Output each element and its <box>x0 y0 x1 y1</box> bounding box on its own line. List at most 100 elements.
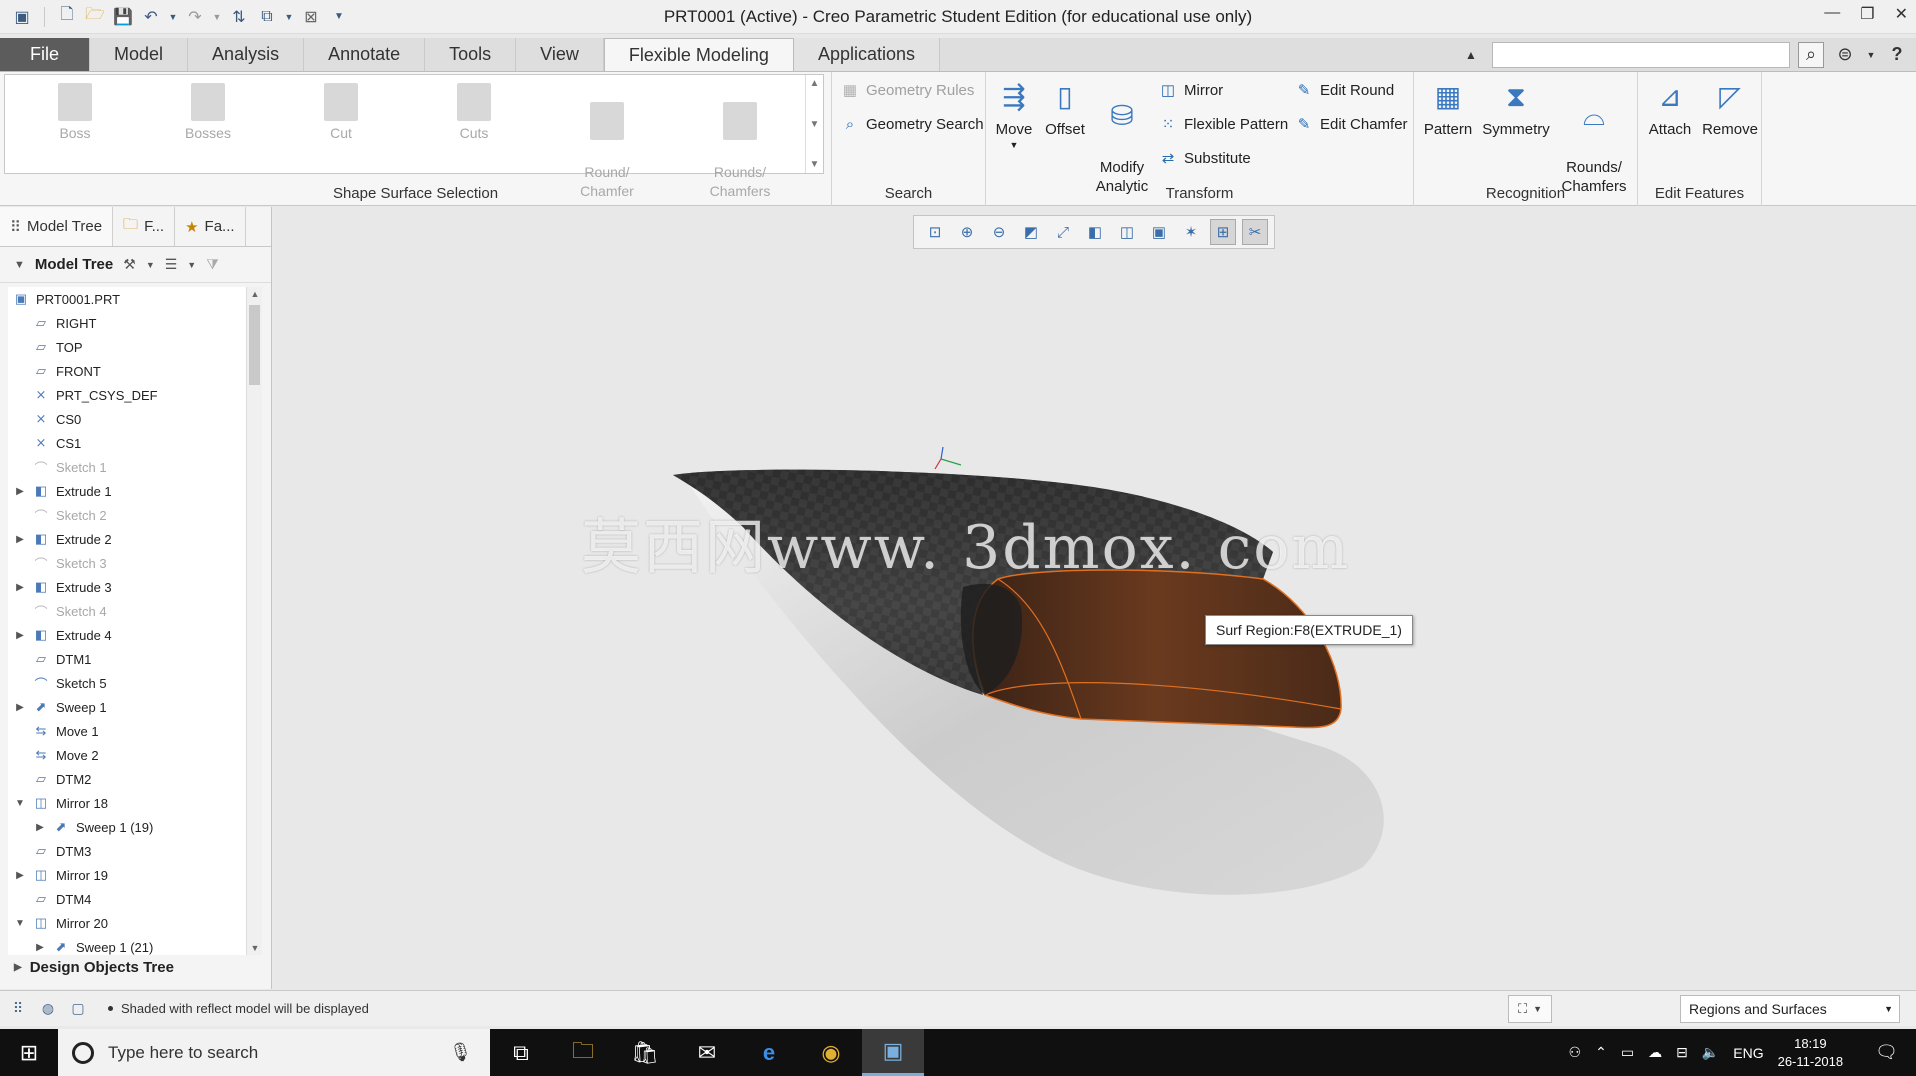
tab-applications[interactable]: Applications <box>793 38 941 71</box>
tree-item[interactable]: ▱ TOP <box>8 335 246 359</box>
microphone-icon[interactable]: 🎙 <box>449 1042 472 1063</box>
tree-item[interactable]: ⇆ Move 2 <box>8 743 246 767</box>
tree-item[interactable]: ▶ ◧ Extrude 4 <box>8 623 246 647</box>
geometry-search-button[interactable]: ⌕ Geometry Search <box>840 114 984 134</box>
fullscreen-icon[interactable]: ▢ <box>66 997 90 1021</box>
cut-button[interactable]: Cut <box>281 83 401 141</box>
scroll-up-icon[interactable]: ▲ <box>810 78 820 89</box>
customize-dropdown-icon[interactable]: ▼ <box>327 6 351 28</box>
app-menu-icon[interactable]: ▣ <box>10 6 34 28</box>
tree-settings-dropdown-icon[interactable]: ▼ <box>146 260 155 270</box>
display-style-icon[interactable]: ◫ <box>1114 219 1140 245</box>
tree-item[interactable]: ▣ PRT0001.PRT <box>8 287 246 311</box>
expand-icon[interactable]: ▶ <box>34 942 46 953</box>
tree-item[interactable]: ▱ DTM2 <box>8 767 246 791</box>
collapse-icon[interactable]: ▼ <box>14 798 26 809</box>
datum-display-icon[interactable]: ✶ <box>1178 219 1204 245</box>
start-button[interactable]: ⊞ <box>0 1029 58 1076</box>
edge-icon[interactable]: e <box>738 1029 800 1076</box>
tree-item[interactable]: ▱ FRONT <box>8 359 246 383</box>
tree-item[interactable]: ⌒ Sketch 2 <box>8 503 246 527</box>
mail-icon[interactable]: ✉ <box>676 1029 738 1076</box>
new-icon[interactable]: 🗋 <box>55 6 79 28</box>
repaint-icon[interactable]: ◩ <box>1018 219 1044 245</box>
people-icon[interactable]: ⚇ <box>1569 1044 1582 1061</box>
refit-icon[interactable]: ⊡ <box>922 219 948 245</box>
scroll-down-icon[interactable]: ▼ <box>247 943 263 953</box>
move-button[interactable]: ⇶ Move ▼ <box>992 76 1036 151</box>
expand-icon[interactable]: ▶ <box>14 962 22 973</box>
tab-annotate[interactable]: Annotate <box>304 38 426 71</box>
expand-icon[interactable]: ▶ <box>34 822 46 833</box>
taskbar-search[interactable]: Type here to search 🎙 <box>58 1029 490 1076</box>
tree-item[interactable]: ▼ ◫ Mirror 20 <box>8 911 246 935</box>
tree-item[interactable]: ▶ ◧ Extrude 2 <box>8 527 246 551</box>
tab-file[interactable]: File <box>0 38 91 71</box>
tab-folder-browser[interactable]: 🗀 F... <box>113 207 176 246</box>
remove-button[interactable]: ◸ Remove <box>1700 76 1760 139</box>
selection-mode-button[interactable]: ⛶ ▼ <box>1508 995 1552 1023</box>
expand-icon[interactable]: ▶ <box>14 582 26 593</box>
zoom-out-icon[interactable]: ⊖ <box>986 219 1012 245</box>
search-icon[interactable]: ⌕ <box>1798 41 1824 68</box>
show-dropdown-icon[interactable]: ▼ <box>187 260 196 270</box>
expand-icon[interactable]: ▶ <box>14 486 26 497</box>
windows-dropdown-icon[interactable]: ▼ <box>283 6 295 28</box>
tree-item[interactable]: ▼ ◫ Mirror 18 <box>8 791 246 815</box>
tree-item[interactable]: ▶ ⬈ Sweep 1 (21) <box>8 935 246 955</box>
graphics-window[interactable]: 莫西网www. 3dmox. com ⊡ ⊕ ⊖ ◩ ⤢ ◧ ◫ ▣ ✶ ⊞ ✂… <box>273 207 1916 989</box>
expand-icon[interactable]: ▶ <box>14 630 26 641</box>
gallery-scrollbar[interactable]: ▲ ▼ ▼ <box>805 75 823 173</box>
edit-chamfer-button[interactable]: ✎ Edit Chamfer <box>1294 114 1408 134</box>
spin-center-icon[interactable]: ⊞ <box>1210 219 1236 245</box>
volume-icon[interactable]: 🔈 <box>1702 1044 1719 1061</box>
scroll-thumb[interactable] <box>249 305 260 385</box>
collapse-ribbon-icon[interactable]: ▲ <box>1458 42 1484 68</box>
tab-tools[interactable]: Tools <box>425 38 517 71</box>
selection-filter-dropdown[interactable]: Regions and Surfaces ▼ <box>1680 995 1900 1023</box>
undo-dropdown-icon[interactable]: ▼ <box>167 6 179 28</box>
tree-item[interactable]: ▶ ◧ Extrude 1 <box>8 479 246 503</box>
annotation-display-icon[interactable]: ✂ <box>1242 219 1268 245</box>
close-button[interactable]: ✕ <box>1895 4 1908 24</box>
file-explorer-icon[interactable]: 🗀 <box>552 1029 614 1076</box>
open-icon[interactable]: 🗁 <box>83 6 107 28</box>
filter-icon[interactable]: ⧩ <box>206 256 219 273</box>
onedrive-icon[interactable]: ☁ <box>1648 1044 1662 1061</box>
bosses-button[interactable]: Bosses <box>148 83 268 141</box>
tree-item[interactable]: ⨯ CS0 <box>8 407 246 431</box>
model-tree-scrollbar[interactable]: ▲ ▼ <box>246 287 262 955</box>
3d-model-view[interactable] <box>273 207 1916 989</box>
minimize-button[interactable]: — <box>1824 4 1840 24</box>
command-search-input[interactable] <box>1492 41 1790 68</box>
collapse-icon[interactable]: ▼ <box>14 259 25 271</box>
zoom-in-icon[interactable]: ⊕ <box>954 219 980 245</box>
offset-button[interactable]: ▯ Offset <box>1040 76 1090 139</box>
tree-item[interactable]: ▱ DTM4 <box>8 887 246 911</box>
scroll-up-icon[interactable]: ▲ <box>247 289 263 299</box>
tab-view[interactable]: View <box>516 38 604 71</box>
undo-icon[interactable]: ↶ <box>139 6 163 28</box>
substitute-button[interactable]: ⇄ Substitute <box>1158 148 1251 168</box>
task-view-icon[interactable]: ⧉ <box>490 1029 552 1076</box>
restore-button[interactable]: ❐ <box>1860 4 1874 24</box>
gallery-expand-icon[interactable]: ▼ <box>810 159 820 170</box>
navigator-toggle-icon[interactable]: ⠿ <box>6 997 30 1021</box>
notifications-icon[interactable]: 🗨 <box>1875 1042 1898 1063</box>
tree-item[interactable]: ▶ ⬈ Sweep 1 (19) <box>8 815 246 839</box>
close-window-icon[interactable]: ⊠ <box>299 6 323 28</box>
tree-item[interactable]: ⨯ CS1 <box>8 431 246 455</box>
clock[interactable]: 18:19 26-11-2018 <box>1778 1035 1844 1071</box>
windows-icon[interactable]: ⧉ <box>255 6 279 28</box>
tree-item[interactable]: ▶ ⬈ Sweep 1 <box>8 695 246 719</box>
attach-button[interactable]: ⊿ Attach <box>1642 76 1698 139</box>
saved-views-icon[interactable]: ◧ <box>1082 219 1108 245</box>
redo-icon[interactable]: ↷ <box>183 6 207 28</box>
tree-item[interactable]: ⌒ Sketch 3 <box>8 551 246 575</box>
design-objects-tree[interactable]: ▶ Design Objects Tree <box>14 959 174 976</box>
tab-analysis[interactable]: Analysis <box>188 38 305 71</box>
mirror-button[interactable]: ◫ Mirror <box>1158 80 1223 100</box>
browser-toggle-icon[interactable]: ◍ <box>36 997 60 1021</box>
scroll-down-icon[interactable]: ▼ <box>810 119 820 130</box>
regenerate-icon[interactable]: ⇅ <box>227 6 251 28</box>
